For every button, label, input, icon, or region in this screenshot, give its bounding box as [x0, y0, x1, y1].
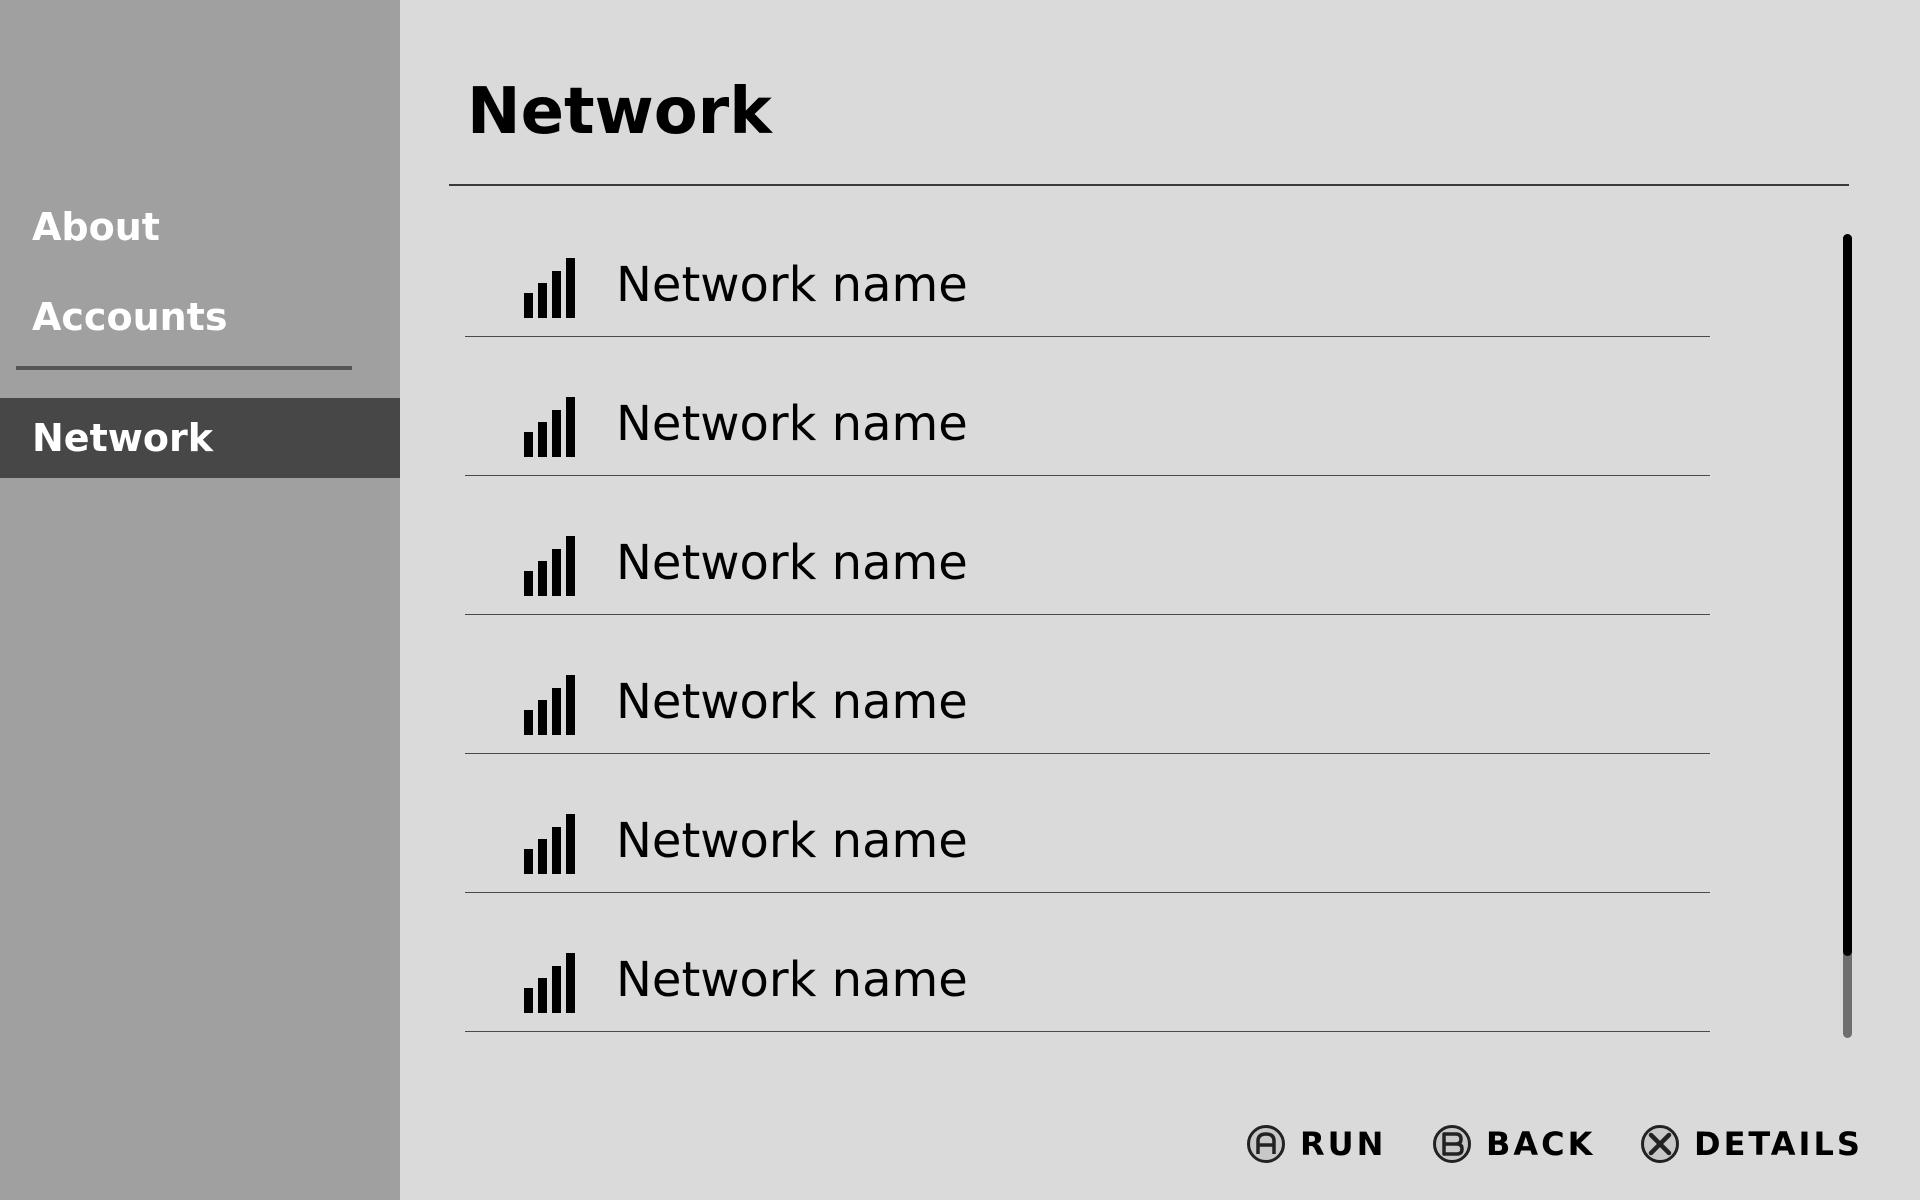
network-list-item[interactable]: Network name [465, 198, 1710, 337]
network-name: Network name [616, 535, 968, 591]
sidebar-divider [16, 366, 352, 370]
signal-strength-icon [524, 675, 575, 735]
run-action[interactable]: RUN [1246, 1123, 1386, 1165]
network-list-item[interactable]: Network name [465, 754, 1710, 893]
sidebar-item-network[interactable]: Network [32, 419, 213, 457]
back-action[interactable]: BACK [1432, 1123, 1595, 1165]
sidebar-item-about[interactable]: About [32, 208, 160, 246]
signal-strength-icon [524, 397, 575, 457]
network-list: Network name Network name Network name N… [465, 198, 1710, 1032]
run-label: RUN [1300, 1125, 1387, 1163]
details-label: DETAILS [1694, 1125, 1863, 1163]
network-name: Network name [616, 257, 968, 313]
signal-strength-icon [524, 258, 575, 318]
network-name: Network name [616, 396, 968, 452]
network-list-item[interactable]: Network name [465, 615, 1710, 754]
sidebar-selected-highlight[interactable]: Network [0, 398, 400, 478]
back-label: BACK [1486, 1125, 1596, 1163]
signal-strength-icon [524, 536, 575, 596]
network-name: Network name [616, 674, 968, 730]
sidebar-item-accounts[interactable]: Accounts [32, 298, 227, 336]
sidebar: About Accounts Network [0, 0, 400, 1200]
network-list-item[interactable]: Network name [465, 893, 1710, 1032]
network-name: Network name [616, 813, 968, 869]
signal-strength-icon [524, 814, 575, 874]
page-title: Network [467, 75, 772, 149]
details-action[interactable]: DETAILS [1640, 1123, 1863, 1165]
b-button-icon [1433, 1125, 1471, 1163]
scrollbar[interactable] [1843, 234, 1852, 1038]
network-list-item[interactable]: Network name [465, 476, 1710, 615]
title-divider [449, 184, 1849, 186]
scrollbar-thumb[interactable] [1843, 234, 1852, 956]
network-name: Network name [616, 952, 968, 1008]
x-button-icon [1641, 1125, 1679, 1163]
network-list-item[interactable]: Network name [465, 337, 1710, 476]
signal-strength-icon [524, 953, 575, 1013]
a-button-icon [1247, 1125, 1285, 1163]
